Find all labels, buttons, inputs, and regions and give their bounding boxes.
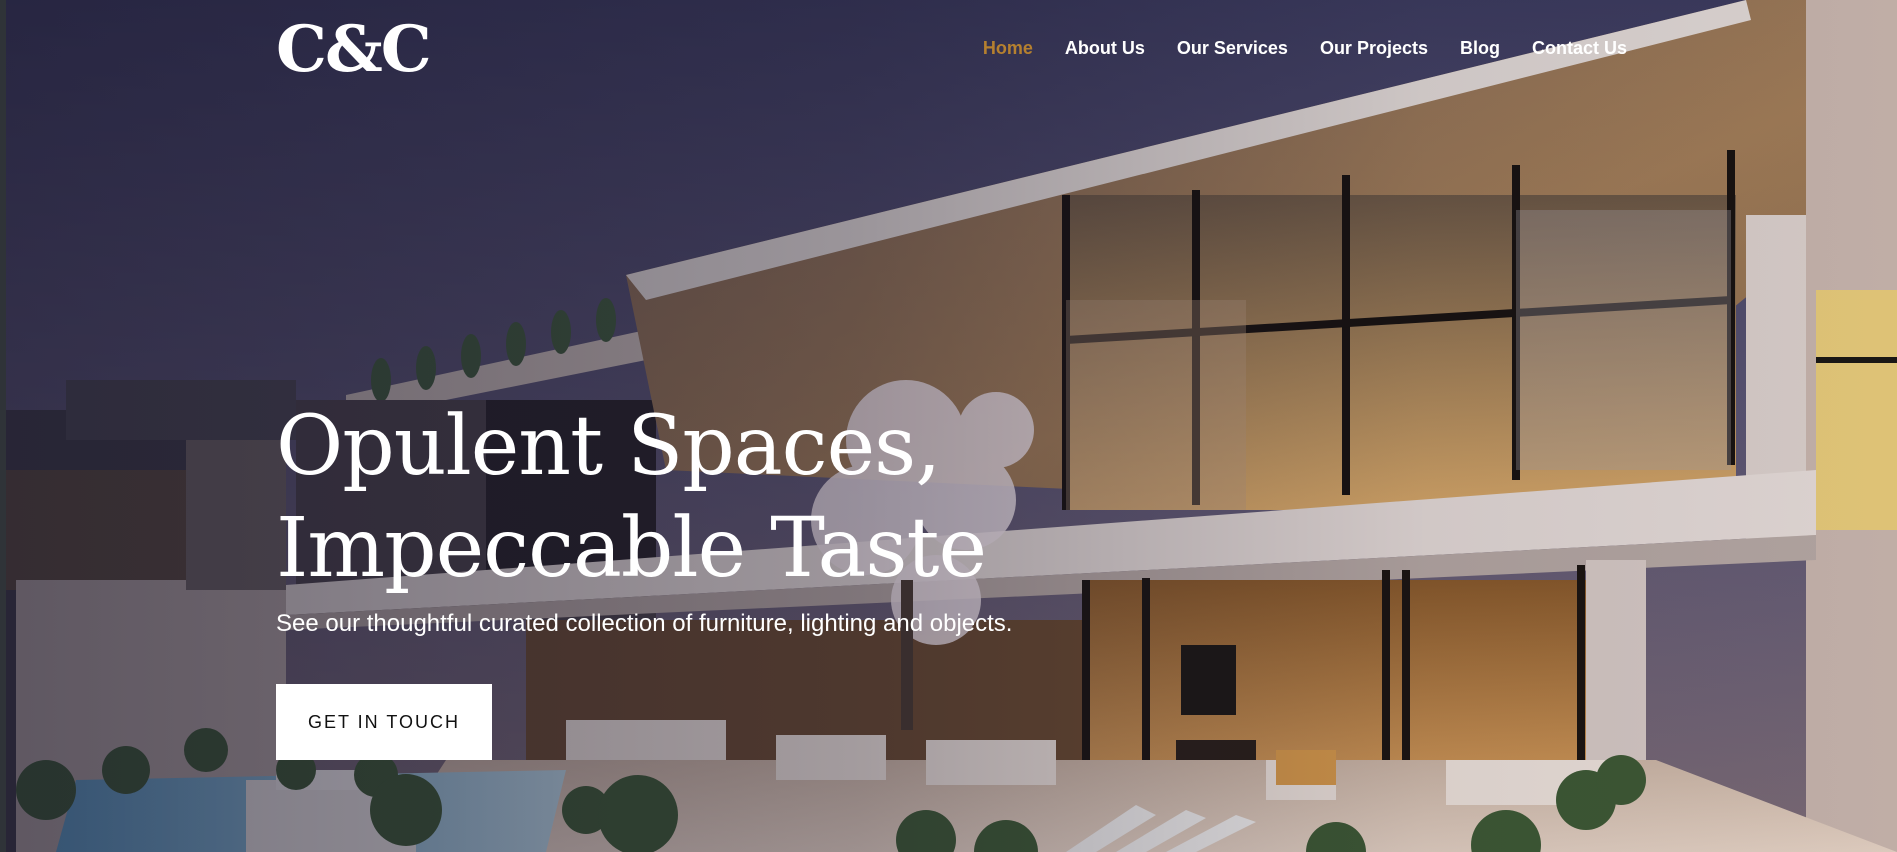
main-navigation: Home About Us Our Services Our Projects …: [983, 38, 1627, 59]
nav-our-projects[interactable]: Our Projects: [1320, 38, 1428, 59]
hero-title-line-1: Opulent Spaces,: [276, 399, 941, 494]
nav-home[interactable]: Home: [983, 38, 1033, 59]
get-in-touch-button[interactable]: GET IN TOUCH: [276, 684, 492, 760]
page-edge: [0, 0, 6, 852]
hero-title-line-2: Impeccable Taste: [276, 501, 987, 596]
hero-subtitle: See our thoughtful curated collection of…: [276, 610, 1013, 637]
brand-logo[interactable]: C&C: [276, 14, 432, 86]
hero-title: Opulent Spaces, Impeccable Taste: [276, 396, 987, 600]
nav-about-us[interactable]: About Us: [1065, 38, 1145, 59]
nav-blog[interactable]: Blog: [1460, 38, 1500, 59]
nav-contact-us[interactable]: Contact Us: [1532, 38, 1627, 59]
nav-our-services[interactable]: Our Services: [1177, 38, 1288, 59]
